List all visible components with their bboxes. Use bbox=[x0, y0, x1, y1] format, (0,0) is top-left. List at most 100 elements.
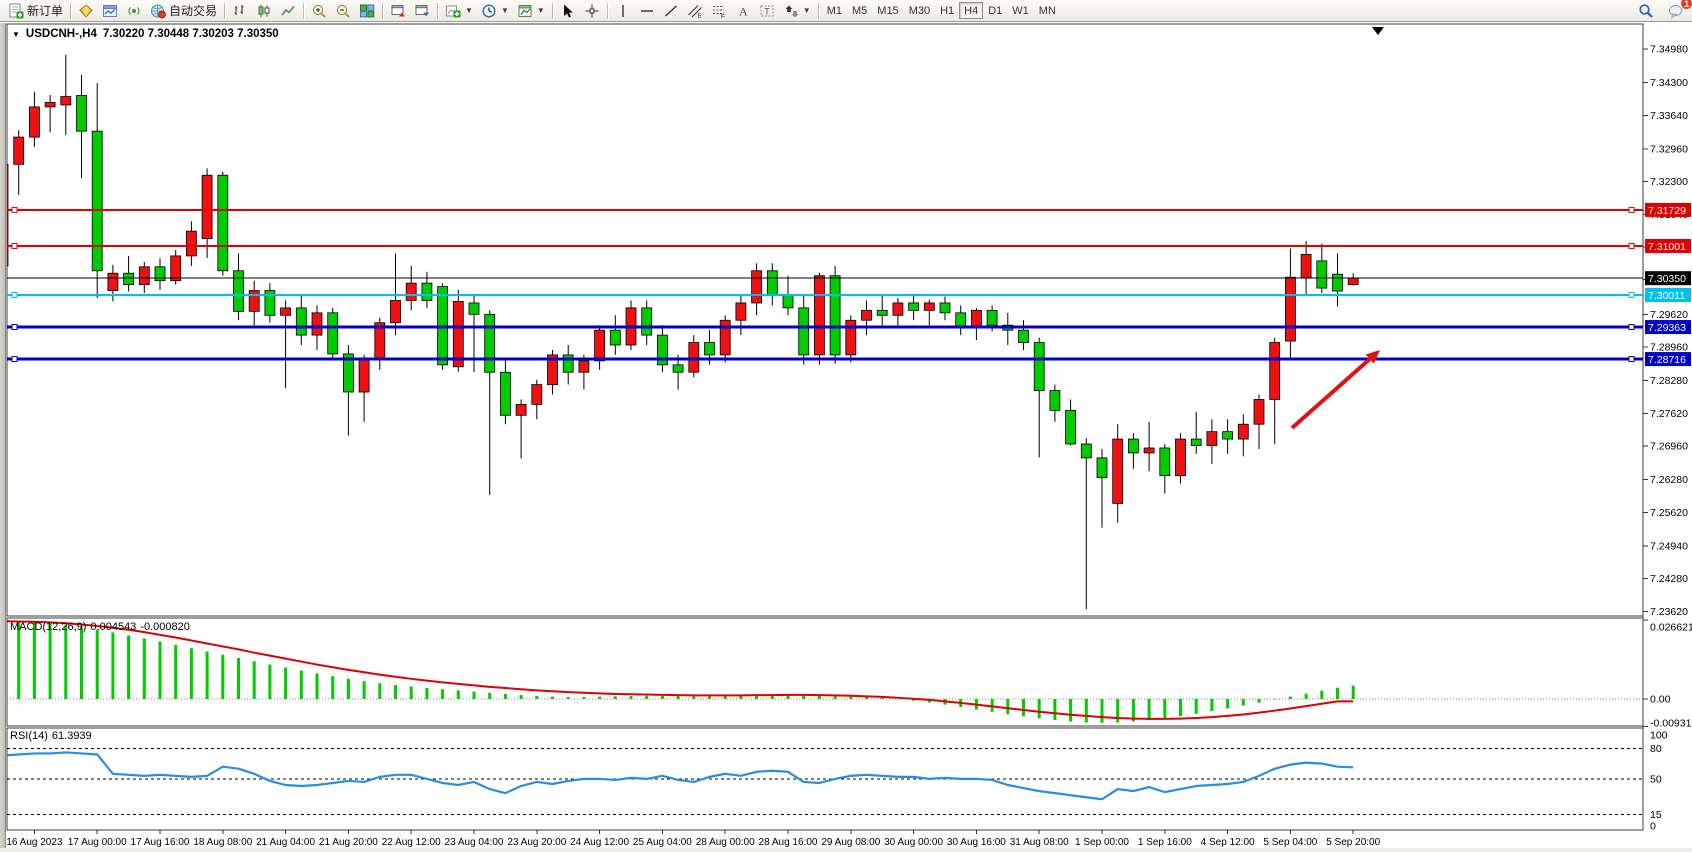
equidistant-channel-tool[interactable]: E bbox=[683, 1, 707, 21]
candle-down bbox=[1034, 343, 1044, 391]
line-handle bbox=[1629, 207, 1634, 212]
candle-down bbox=[296, 308, 306, 335]
rsi-axis-label: 80 bbox=[1650, 743, 1662, 755]
arrange-windows-button[interactable] bbox=[386, 1, 410, 21]
candle-up bbox=[281, 308, 291, 315]
candle-down bbox=[705, 343, 715, 355]
candle-up bbox=[249, 291, 259, 312]
symbol-period-label: USDCNH-,H4 bbox=[26, 28, 97, 40]
line-handle bbox=[12, 357, 17, 362]
timeframe-D1[interactable]: D1 bbox=[983, 2, 1007, 19]
time-axis-label: 30 Aug 00:00 bbox=[884, 837, 943, 848]
time-axis-label: 28 Aug 16:00 bbox=[759, 837, 818, 848]
candle-up bbox=[1270, 343, 1280, 400]
signal-button[interactable] bbox=[122, 1, 146, 21]
text-label-tool[interactable]: T bbox=[755, 1, 779, 21]
arrows-tool[interactable]: ▼ bbox=[779, 1, 815, 21]
candle-up bbox=[862, 310, 872, 320]
line-handle bbox=[12, 243, 17, 248]
candle-down bbox=[92, 131, 102, 271]
bar-chart-button[interactable] bbox=[228, 1, 252, 21]
candle-down bbox=[987, 310, 997, 325]
horizontal-line-tool[interactable] bbox=[635, 1, 659, 21]
chart-window[interactable]: 7.349807.343007.336407.329607.323007.316… bbox=[0, 23, 1692, 852]
new-order-button[interactable]: 新订单 bbox=[4, 1, 67, 21]
time-axis-label: 1 Sep 00:00 bbox=[1075, 837, 1129, 848]
separator bbox=[70, 3, 71, 19]
candle-down bbox=[218, 175, 228, 271]
market-watch-button[interactable] bbox=[98, 1, 122, 21]
candle-up bbox=[108, 273, 118, 290]
macd-label: MACD(12,26,9)0.004543-0.000820 bbox=[10, 621, 194, 633]
fibonacci-tool[interactable]: F bbox=[707, 1, 731, 21]
candle-up bbox=[186, 231, 196, 256]
timeframe-W1[interactable]: W1 bbox=[1007, 2, 1034, 19]
candle-down bbox=[830, 276, 840, 355]
candle-up bbox=[814, 276, 824, 355]
timeframe-M15[interactable]: M15 bbox=[872, 2, 903, 19]
price-axis-label: 7.28280 bbox=[1650, 375, 1688, 387]
candle-down bbox=[799, 308, 809, 355]
line-chart-button[interactable] bbox=[276, 1, 300, 21]
time-axis-label: 30 Aug 16:00 bbox=[947, 837, 1006, 848]
candle-down bbox=[1081, 444, 1091, 458]
candlestick-chart-button[interactable] bbox=[252, 1, 276, 21]
time-axis-label: 18 Aug 08:00 bbox=[193, 837, 252, 848]
tile-windows-button[interactable] bbox=[355, 1, 379, 21]
autotrade-button[interactable]: 自动交易 bbox=[146, 1, 221, 21]
chart-title: ▼ USDCNH-,H4 7.30220 7.30448 7.30203 7.3… bbox=[12, 28, 279, 40]
crystal-button[interactable] bbox=[74, 1, 98, 21]
fibonacci-icon: F bbox=[711, 3, 727, 19]
candle-up bbox=[312, 313, 322, 335]
separator bbox=[552, 3, 553, 19]
text-label-icon: T bbox=[759, 3, 775, 19]
price-tag-text: 7.30011 bbox=[1648, 290, 1685, 302]
periodicity-button[interactable]: ▼ bbox=[477, 1, 513, 21]
line-handle bbox=[1629, 243, 1634, 248]
timeframe-M30[interactable]: M30 bbox=[904, 2, 935, 19]
crosshair-tool-button[interactable] bbox=[580, 1, 604, 21]
candle-up bbox=[971, 310, 981, 327]
collapse-ohlc-icon[interactable]: ▼ bbox=[12, 30, 20, 39]
tile-windows-icon bbox=[359, 3, 375, 19]
dropdown-arrow-icon: ▼ bbox=[537, 6, 545, 15]
timeframe-M5[interactable]: M5 bbox=[847, 2, 872, 19]
add-indicator-icon bbox=[445, 3, 461, 19]
candle-up bbox=[1144, 448, 1154, 453]
zoom-out-button[interactable] bbox=[331, 1, 355, 21]
timeframe-MN[interactable]: MN bbox=[1034, 2, 1061, 19]
add-indicator-button[interactable]: ▼ bbox=[441, 1, 477, 21]
svg-text:T: T bbox=[764, 6, 770, 16]
candle-up bbox=[1207, 432, 1217, 446]
time-axis-label: 17 Aug 16:00 bbox=[131, 837, 190, 848]
vertical-line-tool[interactable] bbox=[611, 1, 635, 21]
zoom-in-button[interactable] bbox=[307, 1, 331, 21]
search-button[interactable] bbox=[1634, 1, 1658, 21]
zoom-out-icon bbox=[335, 3, 351, 19]
new-order-label: 新订单 bbox=[27, 2, 63, 19]
line-handle bbox=[12, 325, 17, 330]
cascade-windows-button[interactable] bbox=[410, 1, 434, 21]
candle-down bbox=[1066, 410, 1076, 444]
mt4-window: 新订单 自动交易 bbox=[0, 0, 1692, 852]
timeframe-M1[interactable]: M1 bbox=[822, 2, 847, 19]
cursor-tool-button[interactable] bbox=[556, 1, 580, 21]
price-axis-label: 7.25620 bbox=[1650, 507, 1688, 519]
timeframe-H1[interactable]: H1 bbox=[935, 2, 959, 19]
candle-down bbox=[1050, 391, 1060, 411]
candle-down bbox=[469, 303, 479, 314]
candle-down bbox=[909, 303, 919, 310]
price-axis-label: 7.33640 bbox=[1650, 110, 1688, 122]
timeframe-H4[interactable]: H4 bbox=[959, 2, 983, 19]
price-axis-label: 7.26960 bbox=[1650, 440, 1688, 452]
trendline-tool[interactable] bbox=[659, 1, 683, 21]
price-axis-label: 7.27620 bbox=[1650, 408, 1688, 420]
chart-canvas[interactable]: 7.349807.343007.336407.329607.323007.316… bbox=[0, 23, 1692, 852]
candle-up bbox=[846, 320, 856, 355]
time-axis-label: 16 Aug 2023 bbox=[6, 837, 63, 848]
text-tool[interactable]: A bbox=[731, 1, 755, 21]
line-handle bbox=[12, 292, 17, 297]
notifications-button[interactable]: 1 bbox=[1664, 1, 1688, 21]
candle-up bbox=[1113, 439, 1123, 503]
templates-button[interactable]: ▼ bbox=[513, 1, 549, 21]
